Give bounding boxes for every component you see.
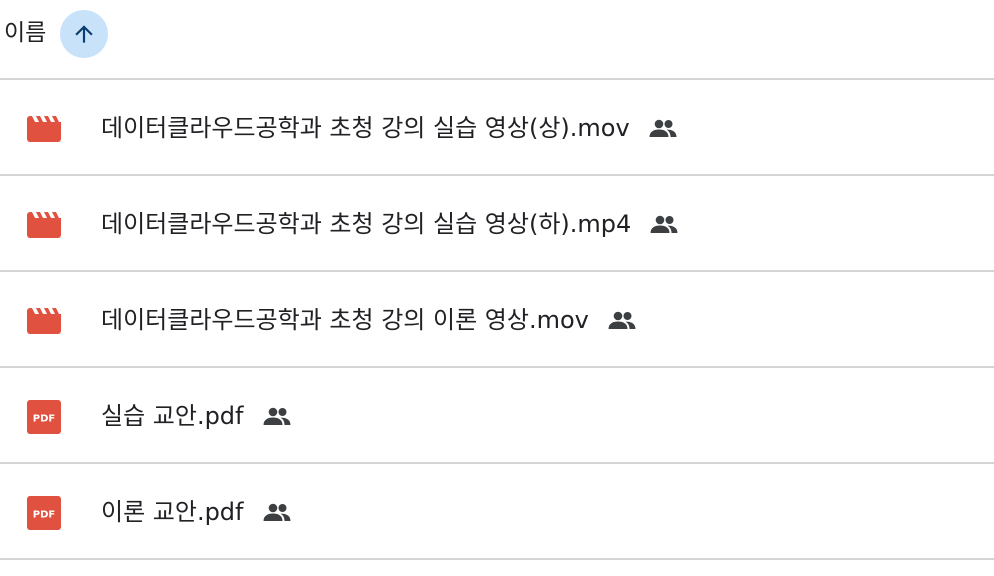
file-name: 실습 교안.pdf bbox=[101, 402, 244, 430]
file-list-header: 이름 bbox=[0, 0, 994, 80]
file-name: 이론 교안.pdf bbox=[101, 498, 244, 526]
people-icon bbox=[263, 407, 290, 425]
file-list: 데이터클라우드공학과 초청 강의 실습 영상(상).mov 데이터클라우드공학과… bbox=[0, 80, 994, 560]
sort-toggle-button[interactable] bbox=[60, 10, 108, 58]
people-icon bbox=[608, 311, 636, 329]
video-icon bbox=[27, 308, 61, 334]
file-row[interactable]: 데이터클라우드공학과 초청 강의 이론 영상.mov bbox=[0, 272, 994, 368]
file-row[interactable]: PDF 실습 교안.pdf bbox=[0, 368, 994, 464]
people-icon bbox=[263, 503, 290, 521]
file-name: 데이터클라우드공학과 초청 강의 실습 영상(상).mov bbox=[101, 114, 630, 142]
pdf-icon: PDF bbox=[27, 496, 61, 530]
video-icon bbox=[27, 212, 61, 238]
pdf-icon: PDF bbox=[27, 400, 61, 434]
file-row[interactable]: PDF 이론 교안.pdf bbox=[0, 464, 994, 560]
people-icon bbox=[649, 119, 677, 137]
pdf-icon-label: PDF bbox=[33, 414, 55, 425]
people-icon bbox=[650, 215, 678, 233]
arrow-upward-icon bbox=[75, 25, 93, 43]
video-icon bbox=[27, 116, 61, 142]
file-row[interactable]: 데이터클라우드공학과 초청 강의 실습 영상(상).mov bbox=[0, 80, 994, 176]
pdf-icon-label: PDF bbox=[33, 510, 55, 521]
name-column-header[interactable]: 이름 bbox=[4, 17, 46, 49]
file-row[interactable]: 데이터클라우드공학과 초청 강의 실습 영상(하).mp4 bbox=[0, 176, 994, 272]
file-name: 데이터클라우드공학과 초청 강의 이론 영상.mov bbox=[101, 306, 589, 334]
file-name: 데이터클라우드공학과 초청 강의 실습 영상(하).mp4 bbox=[101, 210, 632, 238]
